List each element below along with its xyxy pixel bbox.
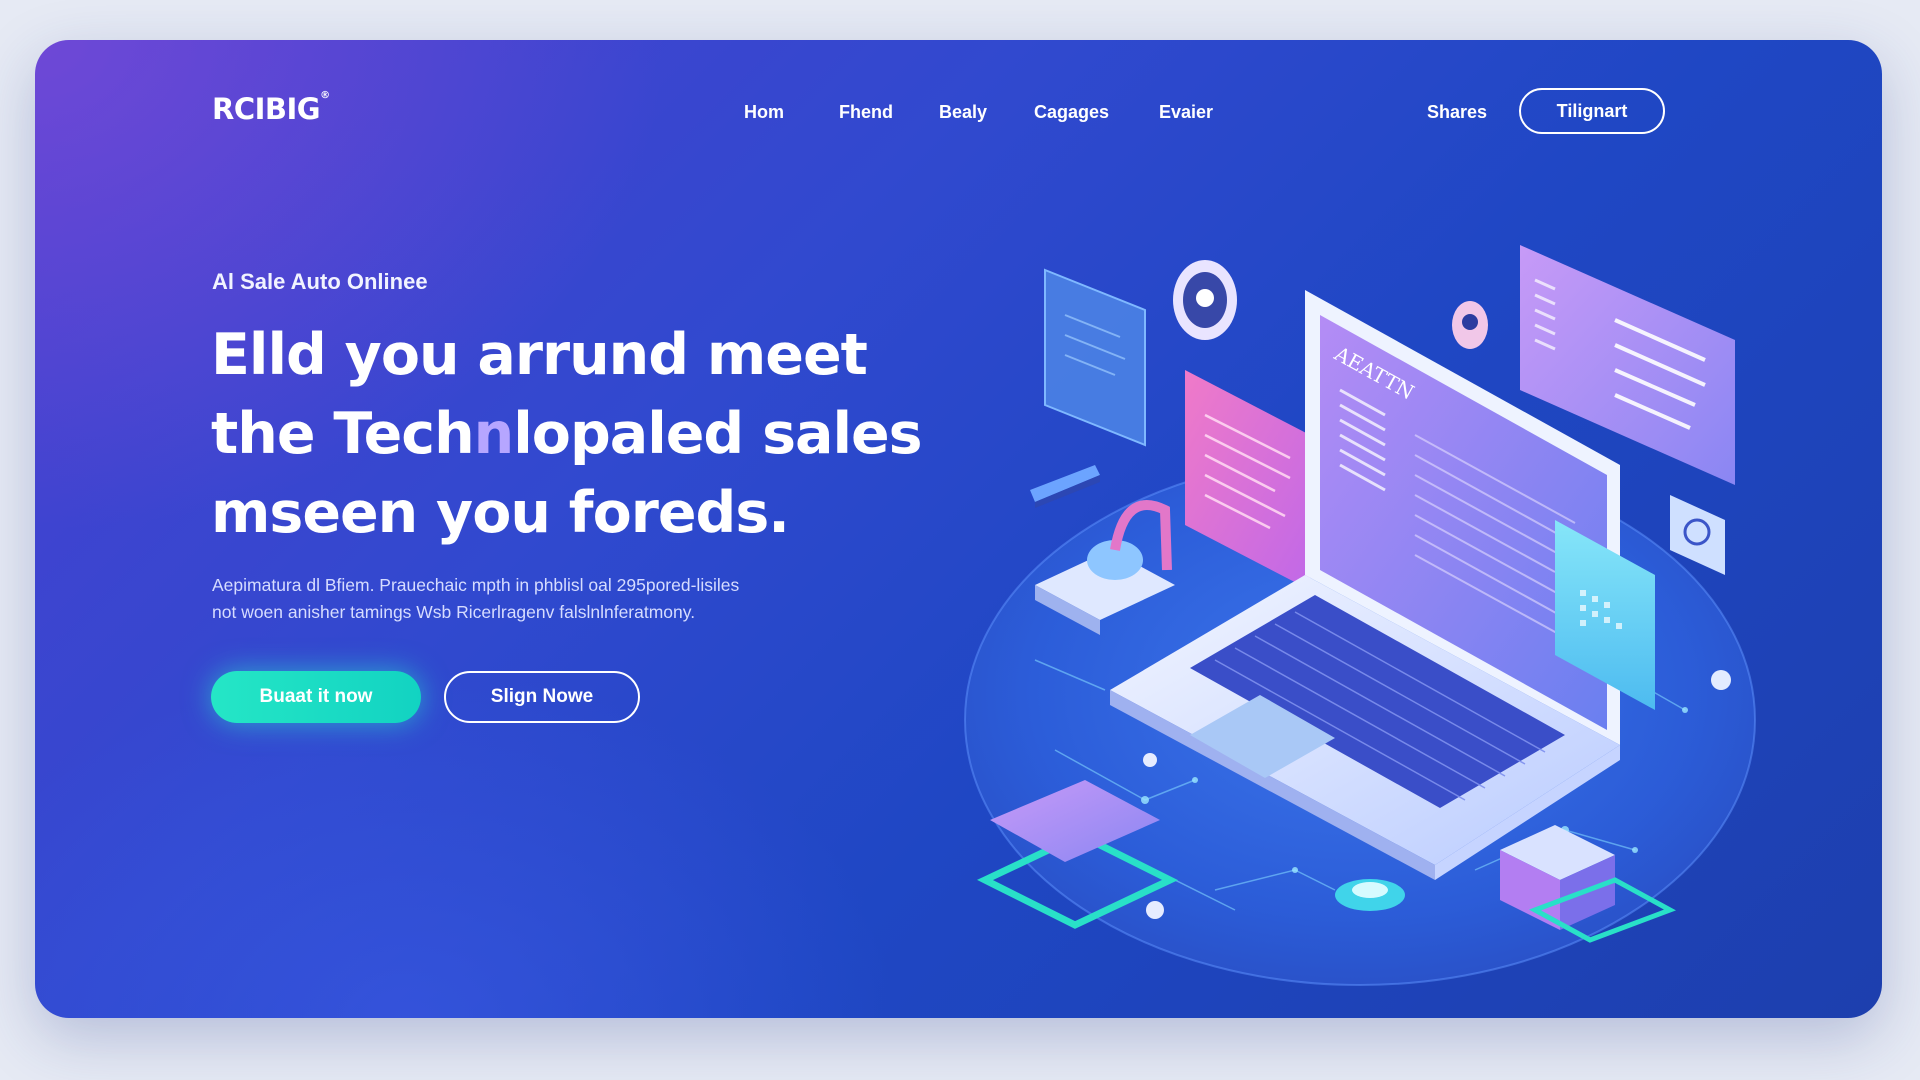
hero-subtext: Aepimatura dl Bfiem. Prauechaic mpth in … (212, 572, 862, 626)
shares-link[interactable]: Shares (1427, 102, 1487, 123)
main-nav: Hom Fhend Bealy Cagages Evaier (744, 102, 1239, 123)
subtext-line-1: Aepimatura dl Bfiem. Prauechaic mpth in … (212, 575, 740, 595)
headline-line-3: mseen you foreds. (211, 480, 790, 546)
nav-link-cagages[interactable]: Cagages (1034, 102, 1159, 123)
headline-highlight: n (473, 401, 515, 467)
nav-link-evaier[interactable]: Evaier (1159, 102, 1239, 123)
document-icon (1044, 268, 1146, 447)
small-device-icon (1030, 465, 1100, 508)
hero-illustration: AEATTN (964, 245, 1756, 986)
header-cta-button[interactable]: Tilignart (1519, 88, 1665, 134)
hero-card: RCIBIG® Hom Fhend Bealy Cagages Evaier S… (35, 40, 1882, 1018)
primary-cta-button[interactable]: Buaat it now (211, 671, 421, 723)
location-pin-icon (1452, 301, 1488, 349)
headline-line-1: Elld you arrund meet (211, 322, 868, 388)
subtext-line-2: not woen anisher tamings Wsb Ricerlragen… (212, 602, 696, 622)
headline-line-2b: lopaled sales (513, 401, 922, 467)
nav-link-hom[interactable]: Hom (744, 102, 839, 123)
headset-icon (1173, 260, 1237, 340)
hero-headline: Elld you arrund meet the Technlopaled sa… (211, 316, 931, 553)
logo-registered-mark: ® (320, 90, 330, 101)
headline-line-2a: the Tech (211, 401, 475, 467)
nav-link-fhend[interactable]: Fhend (839, 102, 939, 123)
secondary-cta-button[interactable]: Slign Nowe (444, 671, 640, 723)
nav-link-bealy[interactable]: Bealy (939, 102, 1034, 123)
logo-text: RCIBIG (212, 92, 321, 126)
brand-logo[interactable]: RCIBIG® (212, 90, 330, 126)
hero-eyebrow: Al Sale Auto Onlinee (212, 269, 428, 294)
